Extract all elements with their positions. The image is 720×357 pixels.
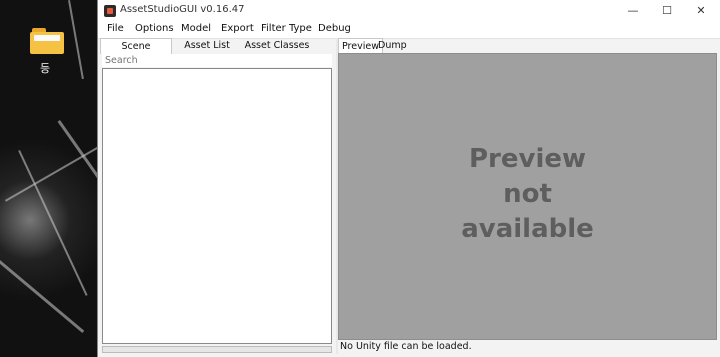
menu-filter-type[interactable]: Filter Type — [261, 23, 312, 34]
background-streak — [0, 260, 85, 334]
tab-dump[interactable]: Dump — [378, 38, 407, 53]
tab-asset-list[interactable]: Asset List — [174, 38, 240, 54]
search-input[interactable] — [102, 54, 332, 67]
menu-options[interactable]: Options — [135, 23, 174, 34]
desktop-folder-label: 등 — [40, 62, 51, 75]
menu-bar: File Options Model Export Filter Type De… — [98, 22, 720, 39]
menu-file[interactable]: File — [107, 23, 124, 34]
tab-preview[interactable]: Preview — [338, 38, 383, 53]
status-bar: No Unity file can be loaded. — [338, 340, 720, 354]
scene-hierarchy-tree[interactable] — [102, 68, 332, 344]
title-bar[interactable]: AssetStudioGUI v0.16.47 — ☐ ✕ — [98, 0, 720, 22]
menu-model[interactable]: Model — [181, 23, 211, 34]
tab-scene-hierarchy[interactable]: Scene Hierarchy — [100, 38, 172, 68]
close-button[interactable]: ✕ — [684, 0, 718, 22]
tab-asset-classes[interactable]: Asset Classes — [242, 38, 312, 54]
maximize-button[interactable]: ☐ — [650, 0, 684, 22]
minimize-button[interactable]: — — [616, 0, 650, 22]
window-title: AssetStudioGUI v0.16.47 — [120, 4, 245, 15]
progress-bar — [102, 346, 332, 353]
right-panel: Preview Dump Preview not available No Un… — [338, 38, 720, 354]
background-streak — [68, 0, 84, 80]
app-window: AssetStudioGUI v0.16.47 — ☐ ✕ File Optio… — [97, 0, 720, 357]
app-logo-icon — [104, 5, 116, 17]
preview-unavailable-message: Preview not available — [461, 144, 594, 244]
menu-export[interactable]: Export — [221, 23, 254, 34]
menu-debug[interactable]: Debug — [318, 23, 351, 34]
left-tab-strip: Scene Hierarchy Asset List Asset Classes — [100, 38, 336, 68]
left-panel: Scene Hierarchy Asset List Asset Classes — [100, 38, 336, 354]
desktop-folder-icon[interactable] — [30, 28, 64, 54]
preview-area: Preview not available — [338, 53, 717, 340]
